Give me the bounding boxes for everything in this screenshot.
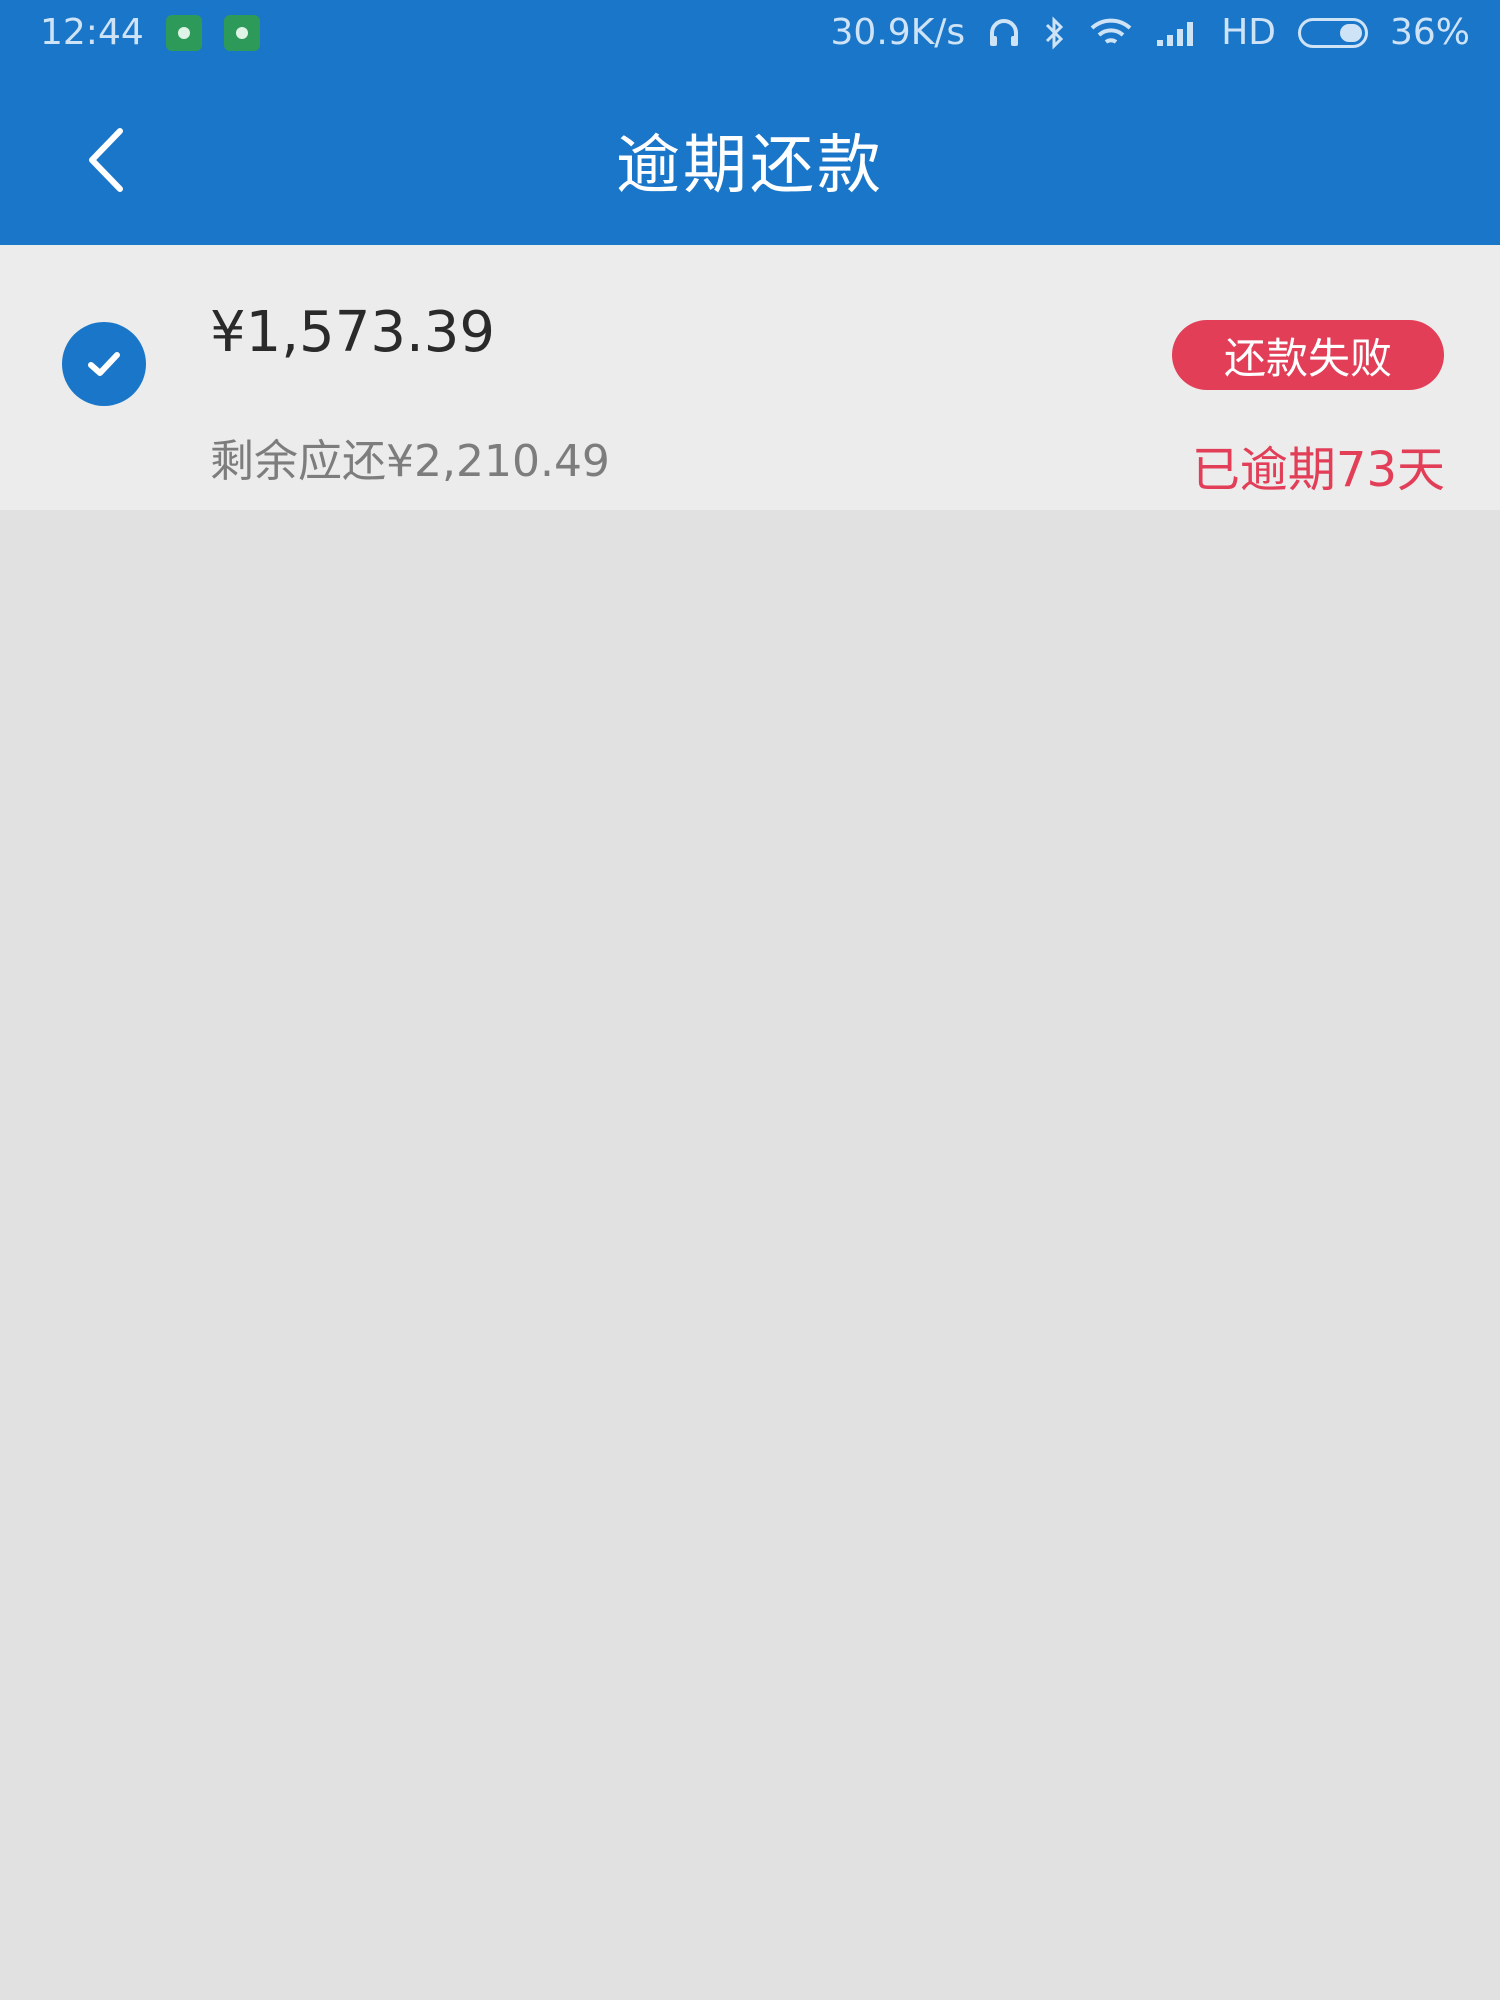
- status-bar-left: 12:44: [40, 12, 260, 53]
- headset-icon: [990, 18, 1019, 46]
- checkbox-checked-icon[interactable]: [62, 322, 146, 406]
- overdue-days: 已逾期73天: [1191, 442, 1445, 498]
- status-bar: 12:44 30.9K/s HD 36%: [0, 0, 1500, 95]
- notification-app-icon: [165, 14, 202, 51]
- empty-content-area: [0, 510, 1500, 2000]
- wifi-icon: [1090, 18, 1132, 44]
- signal-icon: [1157, 21, 1194, 46]
- checkmark-icon: [88, 352, 120, 376]
- network-type: HD: [1221, 12, 1276, 53]
- chevron-left-icon: [89, 128, 123, 192]
- network-speed: 30.9K/s: [830, 12, 966, 53]
- navigation-bar: 逾期还款: [0, 95, 1500, 245]
- status-badge: 还款失败: [1172, 320, 1444, 390]
- back-button[interactable]: [60, 115, 150, 205]
- remaining-amount: 剩余应还¥2,210.49: [210, 436, 610, 487]
- loan-amount: ¥1,573.39: [210, 300, 496, 365]
- page-title: 逾期还款: [616, 129, 884, 203]
- battery-icon: [1297, 17, 1368, 48]
- battery-level: 36%: [1389, 12, 1470, 53]
- notification-dot-icon: [223, 14, 260, 51]
- status-bar-right: 30.9K/s HD 36%: [831, 12, 1470, 53]
- status-time: 12:44: [40, 12, 144, 53]
- bluetooth-icon: [1046, 15, 1064, 50]
